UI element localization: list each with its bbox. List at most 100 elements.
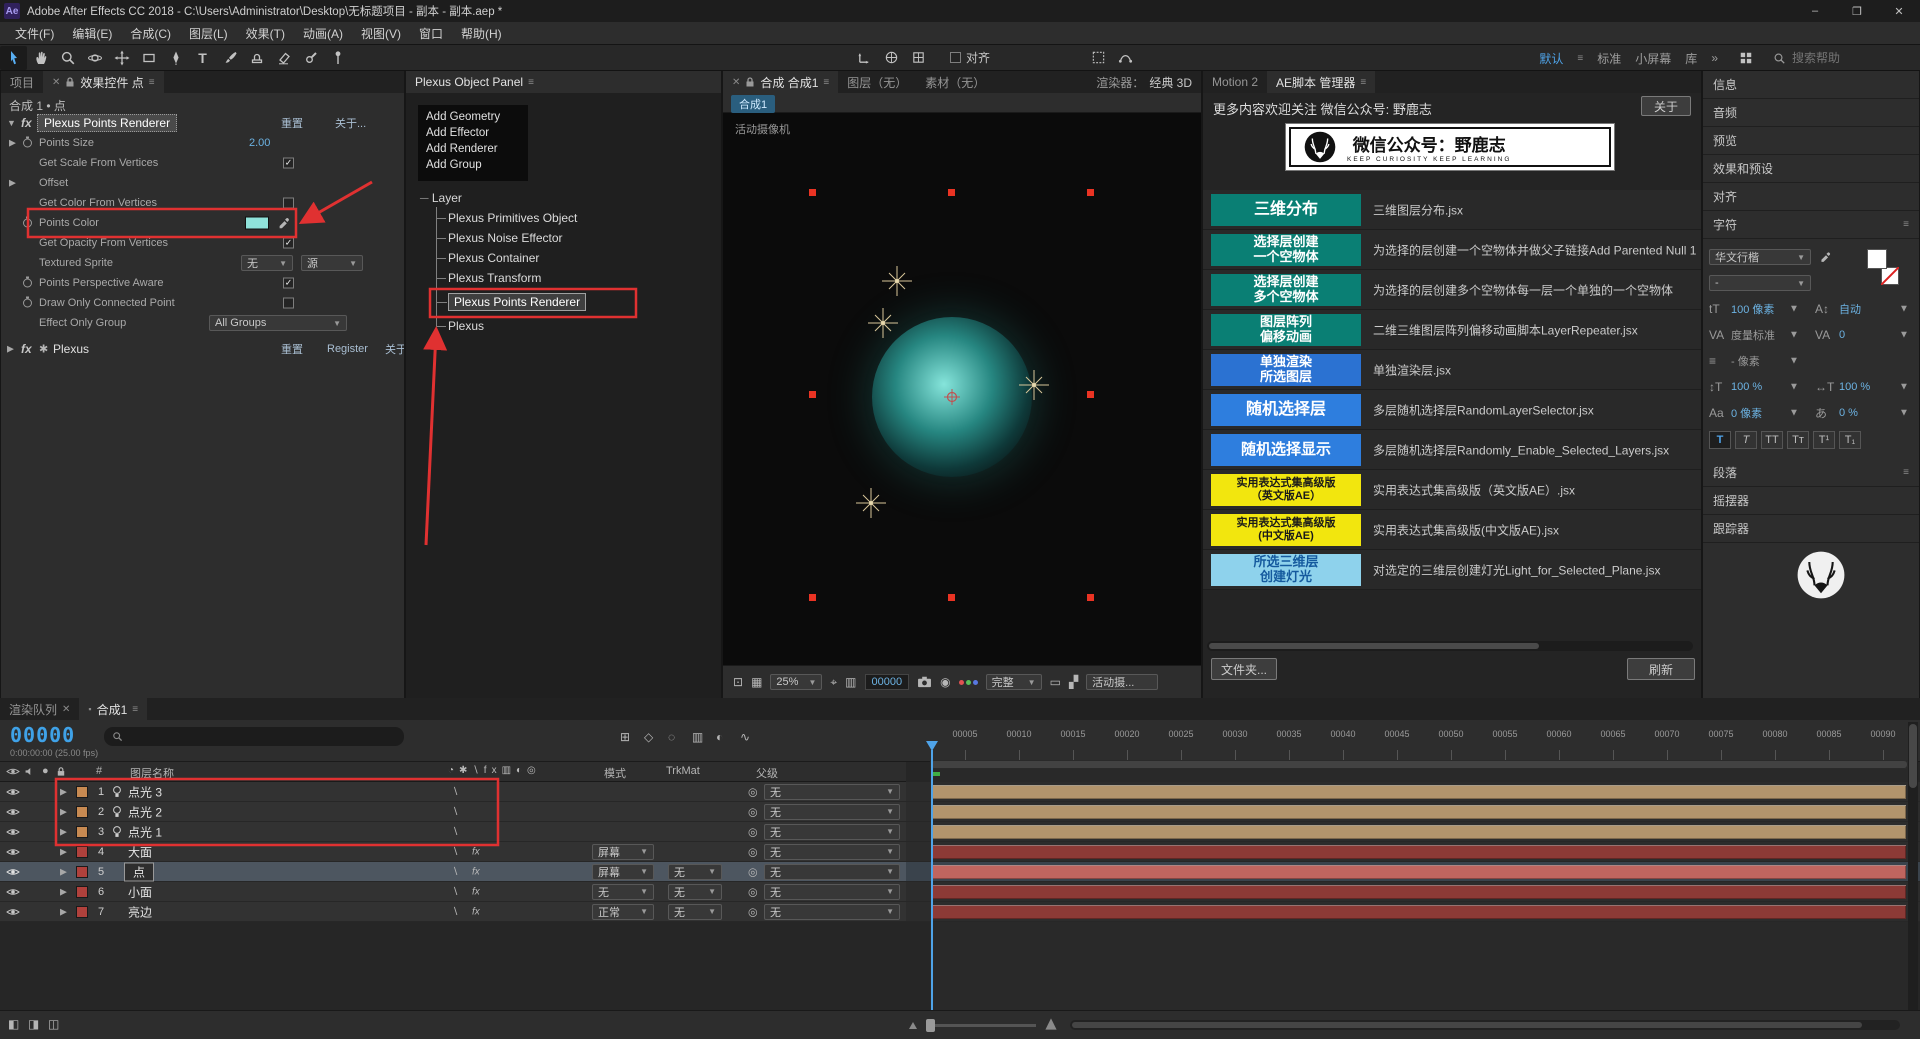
selection-handle[interactable]	[948, 189, 955, 196]
panel-info[interactable]: 信息	[1703, 71, 1919, 99]
quality-switch-icon[interactable]: ∖	[452, 886, 458, 897]
script-hscrollbar[interactable]	[1207, 641, 1693, 651]
twirl-right-icon[interactable]: ▶	[60, 886, 67, 897]
panel-wiggler[interactable]: 摇摆器	[1703, 487, 1919, 515]
twirl-right-icon[interactable]: ▶	[7, 344, 14, 355]
blend-mode-dropdown[interactable]: 屏幕 ▼	[592, 863, 654, 880]
faux-bold-toggle[interactable]: T	[1709, 431, 1731, 449]
menu-layer[interactable]: 图层(L)	[180, 25, 237, 42]
tab-render-queue[interactable]: 渲染队列 ✕	[0, 698, 79, 720]
parent-pickwhip-icon[interactable]: ◎	[748, 845, 758, 858]
chevron-down-icon[interactable]: ▼	[1789, 304, 1799, 315]
parent-pickwhip-icon[interactable]: ◎	[748, 865, 758, 878]
snapshot-camera-icon[interactable]	[917, 676, 932, 688]
layer-name[interactable]: 亮边	[128, 903, 152, 920]
layer-duration-bar[interactable]	[932, 824, 1906, 839]
font-family-dropdown[interactable]: 华文行楷 ▼	[1709, 249, 1811, 265]
parent-dropdown[interactable]: 无 ▼	[764, 863, 900, 880]
stopwatch-icon[interactable]	[23, 276, 32, 288]
workspace-small-screen[interactable]: 小屏幕	[1635, 50, 1671, 67]
all-caps-toggle[interactable]: TT	[1761, 431, 1783, 449]
tab-footage[interactable]: 素材（无）	[916, 71, 994, 93]
zoom-in-mountain-icon[interactable]	[1044, 1017, 1058, 1031]
tab-layer[interactable]: 图层（无）	[838, 71, 916, 93]
script-button[interactable]: 随机选择层	[1211, 394, 1361, 426]
eyedropper-icon[interactable]	[1819, 251, 1832, 264]
close-tab-icon[interactable]: ✕	[732, 77, 740, 88]
light-flare-icon[interactable]	[868, 308, 898, 338]
faux-italic-toggle[interactable]: T	[1735, 431, 1757, 449]
about-link[interactable]: 关于...	[335, 115, 366, 131]
eye-icon[interactable]	[6, 827, 20, 837]
panel-preview[interactable]: 预览	[1703, 127, 1919, 155]
twirl-right-icon[interactable]: ▶	[60, 906, 67, 917]
font-size-value[interactable]: 100 像素	[1731, 301, 1774, 317]
layer-row-7[interactable]: ▶ 7 亮边 ∖ fx 正常 ▼ 无 ▼ ◎ 无 ▼	[0, 902, 1920, 922]
twirl-right-icon[interactable]: ▶	[9, 138, 16, 149]
light-flare-icon[interactable]	[882, 266, 912, 296]
local-axis-mode-icon[interactable]	[851, 46, 878, 70]
selection-handle[interactable]	[1087, 391, 1094, 398]
parent-dropdown[interactable]: 无 ▼	[764, 823, 900, 840]
chevron-down-icon[interactable]: ▼	[1789, 356, 1799, 367]
show-snapshot-icon[interactable]: ◉	[940, 675, 950, 689]
script-button[interactable]: 所选三维层 创建灯光	[1211, 554, 1361, 586]
selection-handle[interactable]	[809, 189, 816, 196]
label-color-chip[interactable]	[76, 825, 88, 838]
eye-icon[interactable]	[6, 867, 20, 877]
tab-script-manager[interactable]: AE脚本 管理器 ≡	[1267, 71, 1376, 93]
get-opacity-checkbox[interactable]	[283, 237, 294, 249]
layer-row-1[interactable]: ▶ 1 点光 3 ∖ ◎ 无 ▼	[0, 782, 1920, 802]
layer-name-editing[interactable]: 点	[124, 862, 155, 881]
parent-column-header[interactable]: 父级	[756, 765, 778, 781]
kerning-value[interactable]: 度量标准	[1731, 327, 1775, 343]
script-button[interactable]: 图层阵列 偏移动画	[1211, 314, 1361, 346]
label-color-chip[interactable]	[76, 865, 88, 878]
tree-item-container[interactable]: Plexus Container	[435, 251, 539, 265]
effects-switch-icon[interactable]: fx	[472, 866, 480, 877]
tab-project[interactable]: 项目	[1, 71, 43, 93]
tab-composition[interactable]: ✕ 合成 合成1 ≡	[723, 71, 839, 93]
tree-item-transform[interactable]: Plexus Transform	[435, 271, 541, 285]
selection-handle[interactable]	[809, 594, 816, 601]
mask-visibility-icon[interactable]	[1085, 46, 1112, 70]
leading-value[interactable]: 自动	[1839, 301, 1861, 317]
panel-audio[interactable]: 音频	[1703, 99, 1919, 127]
world-axis-mode-icon[interactable]	[878, 46, 905, 70]
shape-visibility-icon[interactable]	[1112, 46, 1139, 70]
anchor-point-icon[interactable]	[944, 389, 960, 405]
layer-duration-bar[interactable]	[932, 804, 1906, 819]
small-caps-toggle[interactable]: Tт	[1787, 431, 1809, 449]
light-flare-icon[interactable]	[856, 488, 886, 518]
name-column-header[interactable]: 图层名称	[130, 765, 174, 781]
layer-duration-bar[interactable]	[932, 864, 1906, 879]
fx-badge-icon[interactable]: fx	[21, 116, 32, 130]
chevron-down-icon[interactable]: ▼	[1899, 408, 1909, 419]
panel-character[interactable]: 字符 ≡	[1703, 211, 1919, 239]
spacing-value[interactable]: - 像素	[1731, 353, 1760, 369]
parent-pickwhip-icon[interactable]: ◎	[748, 885, 758, 898]
selection-handle[interactable]	[809, 391, 816, 398]
tab-motion2[interactable]: Motion 2	[1203, 71, 1267, 93]
transparency-grid-icon[interactable]: ▞	[1069, 675, 1078, 689]
selection-handle[interactable]	[1087, 189, 1094, 196]
label-color-chip[interactable]	[76, 845, 88, 858]
points-size-value[interactable]: 2.00	[249, 137, 270, 149]
lock-icon[interactable]	[745, 76, 755, 88]
parent-dropdown[interactable]: 无 ▼	[764, 803, 900, 820]
hand-tool-icon[interactable]	[27, 46, 54, 70]
add-geometry-button[interactable]: Add Geometry	[426, 111, 520, 127]
eye-icon[interactable]	[6, 847, 20, 857]
time-ruler[interactable]: 00005 00010 00015 00020 00025 00030 00035 00040…	[930, 722, 1908, 760]
zoom-out-mountain-icon[interactable]	[908, 1020, 918, 1030]
panel-menu-icon[interactable]: ≡	[528, 77, 534, 88]
draw-connected-checkbox[interactable]	[283, 297, 294, 309]
timeline-zoom-slider[interactable]	[926, 1019, 1036, 1032]
zoom-tool-icon[interactable]	[54, 46, 81, 70]
tree-item-noise-effector[interactable]: Plexus Noise Effector	[436, 231, 563, 245]
layer-name[interactable]: 点光 2	[128, 803, 162, 820]
layer-row-5-selected[interactable]: ▶ 5 点 ∖ fx 屏幕 ▼ 无 ▼ ◎ 无 ▼	[0, 862, 1920, 882]
reset-link[interactable]: 重置	[281, 341, 303, 357]
layer-row-2[interactable]: ▶ 2 点光 2 ∖ ◎ 无 ▼	[0, 802, 1920, 822]
chevron-down-icon[interactable]: ▼	[1789, 408, 1799, 419]
